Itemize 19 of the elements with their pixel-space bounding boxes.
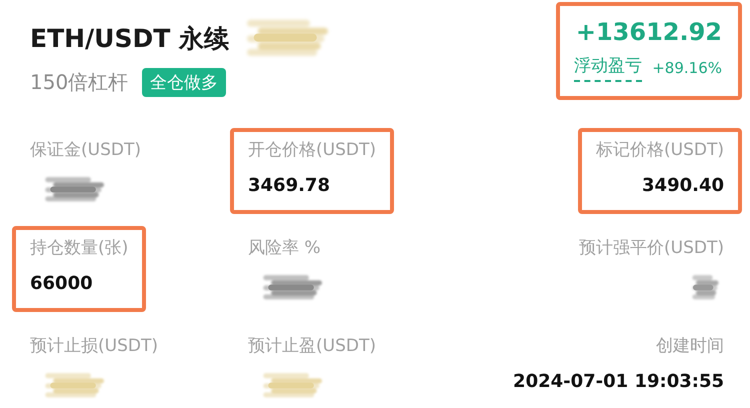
pnl-amount: +13612.92 [576,18,722,46]
pair-title: ETH/USDT 永续 [30,22,229,54]
pnl-percent: +89.16% [652,59,722,77]
field-value: 3469.78 [248,175,330,196]
field-value: 66000 [30,273,93,294]
field-label: 预计止损(USDT) [30,335,158,357]
field-label: 开仓价格(USDT) [248,139,376,161]
field-value: 2024-07-01 19:03:55 [513,371,724,392]
position-tag: 全仓做多 [142,68,226,97]
field-label: 标记价格(USDT) [596,139,724,161]
field-label: 保证金(USDT) [30,139,141,161]
leverage-label: 150倍杠杆 [30,69,128,96]
field-label: 预计强平价(USDT) [579,237,724,259]
field-label: 创建时间 [656,335,724,357]
field-label: 持仓数量(张) [30,237,128,259]
field-label: 风险率 % [248,237,321,259]
field-value: 3490.40 [642,175,724,196]
pnl-label[interactable]: 浮动盈亏 [574,54,642,82]
field-label: 预计止盈(USDT) [248,335,376,357]
